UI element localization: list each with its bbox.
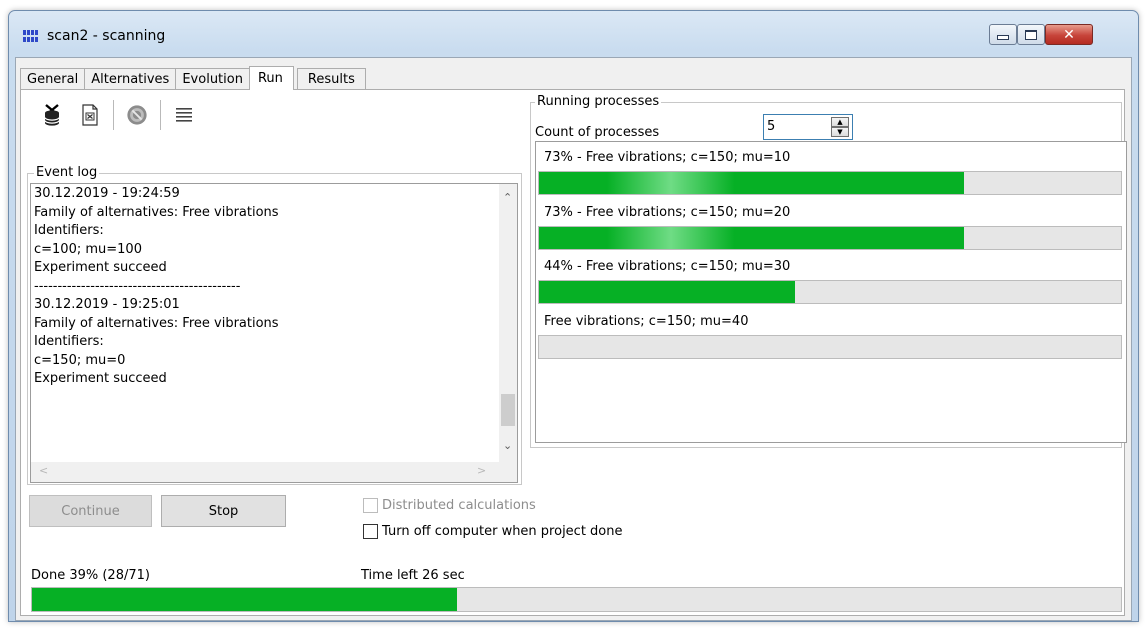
tab-alternatives[interactable]: Alternatives	[84, 68, 177, 90]
stop-disc-icon[interactable]	[126, 103, 148, 127]
run-tab-page: Event log 30.12.2019 - 19:24:59 Family o…	[20, 89, 1127, 616]
event-log-text: 30.12.2019 - 19:24:59 Family of alternat…	[34, 186, 279, 386]
distributed-calculations-option[interactable]: Distributed calculations	[363, 498, 536, 513]
tab-label: Evolution	[182, 72, 243, 87]
turn-off-computer-label: Turn off computer when project done	[382, 524, 623, 539]
stepper-down-icon[interactable]: ▼	[831, 127, 849, 137]
count-of-processes-label: Count of processes	[535, 125, 660, 140]
toolbar-separator	[113, 100, 114, 130]
event-log-legend: Event log	[34, 165, 100, 181]
scroll-left-icon[interactable]: <	[39, 465, 48, 476]
event-log-group: Event log 30.12.2019 - 19:24:59 Family o…	[27, 165, 522, 485]
app-grid-icon	[23, 30, 39, 42]
vertical-scrollbar[interactable]: ⌃ ⌄	[499, 184, 517, 464]
tab-results[interactable]: Results	[296, 68, 366, 90]
process-progress-bar	[538, 335, 1122, 359]
running-processes-legend: Running processes	[535, 94, 662, 110]
main-window: scan2 - scanning ✕ General Alternatives …	[8, 10, 1139, 622]
scroll-up-icon[interactable]: ⌃	[503, 192, 512, 203]
tab-general[interactable]: General	[20, 68, 86, 90]
scroll-right-icon[interactable]: >	[477, 465, 486, 476]
close-button[interactable]: ✕	[1045, 24, 1093, 45]
process-list: 73% - Free vibrations; c=150; mu=10 73% …	[535, 141, 1127, 443]
clear-log-icon[interactable]	[79, 103, 101, 127]
process-label: 44% - Free vibrations; c=150; mu=30	[544, 259, 791, 274]
tab-evolution[interactable]: Evolution	[175, 68, 250, 90]
turn-off-computer-option[interactable]: Turn off computer when project done	[363, 524, 623, 539]
process-progress-bar	[538, 226, 1122, 250]
turn-off-computer-checkbox[interactable]	[363, 524, 378, 539]
maximize-button[interactable]	[1017, 24, 1045, 45]
process-progress-bar	[538, 280, 1122, 304]
tab-run[interactable]: Run	[248, 66, 294, 90]
process-progress-fill	[539, 281, 796, 303]
stepper-up-icon[interactable]: ▲	[831, 117, 849, 127]
overall-progress-bar	[31, 587, 1122, 612]
maximize-icon	[1025, 29, 1037, 40]
close-icon: ✕	[1063, 26, 1075, 43]
tab-label: Run	[257, 71, 283, 86]
horizontal-scrollbar[interactable]: < >	[31, 462, 501, 482]
title-bar[interactable]: scan2 - scanning ✕	[9, 11, 1138, 57]
toolbar	[33, 98, 203, 132]
distributed-calculations-label: Distributed calculations	[382, 498, 536, 513]
tab-label: Results	[307, 72, 355, 87]
overall-progress-fill	[32, 588, 457, 611]
event-log-box[interactable]: 30.12.2019 - 19:24:59 Family of alternat…	[30, 183, 518, 483]
stepper-buttons: ▲ ▼	[831, 117, 849, 137]
database-delete-icon[interactable]	[41, 103, 63, 127]
process-label: 73% - Free vibrations; c=150; mu=20	[544, 205, 791, 220]
time-left-status: Time left 26 sec	[361, 568, 465, 583]
scroll-down-icon[interactable]: ⌄	[503, 440, 512, 451]
count-of-processes-stepper[interactable]: 5 ▲ ▼	[763, 114, 853, 140]
stop-button[interactable]: Stop	[161, 495, 286, 527]
window-title: scan2 - scanning	[47, 28, 166, 44]
toolbar-separator	[160, 100, 161, 130]
done-status: Done 39% (28/71)	[31, 568, 150, 583]
running-processes-group: Running processes Count of processes 5 ▲…	[530, 94, 1127, 448]
process-label: 73% - Free vibrations; c=150; mu=10	[544, 150, 791, 165]
minimize-button[interactable]	[989, 24, 1017, 45]
client-area: General Alternatives Evolution Run Resul…	[15, 57, 1132, 621]
process-progress-fill	[539, 227, 964, 249]
tab-label: General	[27, 72, 79, 87]
list-icon[interactable]	[173, 103, 195, 127]
scrollbar-thumb[interactable]	[501, 394, 515, 426]
process-progress-fill	[539, 172, 964, 194]
minimize-icon	[997, 35, 1009, 40]
scrollbar-corner	[499, 462, 517, 482]
distributed-calculations-checkbox[interactable]	[363, 498, 378, 513]
tab-label: Alternatives	[91, 72, 170, 87]
tab-strip: General Alternatives Evolution Run Resul…	[20, 66, 366, 90]
count-of-processes-value[interactable]: 5	[767, 119, 775, 134]
continue-button[interactable]: Continue	[29, 495, 152, 527]
process-label: Free vibrations; c=150; mu=40	[544, 314, 749, 329]
process-progress-bar	[538, 171, 1122, 195]
